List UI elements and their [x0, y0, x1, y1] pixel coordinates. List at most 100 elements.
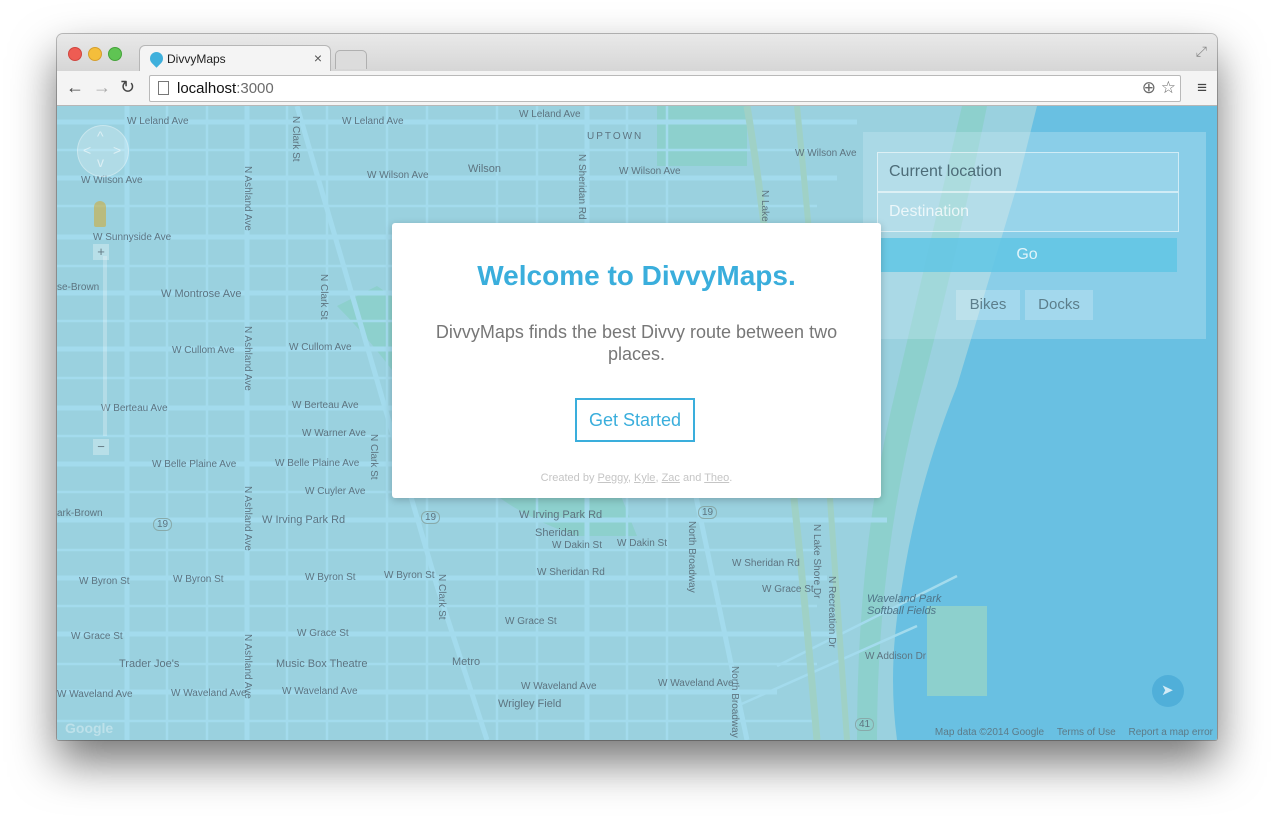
route-shield: 19: [421, 511, 441, 524]
map-street-label: W Belle Plaine Ave: [275, 458, 360, 469]
map-street-label: N Ashland Ave: [242, 166, 253, 231]
map-street-label: W Berteau Ave: [101, 403, 168, 414]
modal-title: Welcome to DivvyMaps.: [477, 260, 796, 291]
credits-line: Created by Peggy, Kyle, Zac and Theo.: [392, 472, 881, 484]
terms-of-use-link[interactable]: Terms of Use: [1057, 727, 1116, 738]
map-street-label: W Warner Ave: [302, 428, 366, 439]
destination-input[interactable]: Destination: [877, 192, 1179, 232]
fullscreen-icon[interactable]: ⤢: [1196, 43, 1207, 60]
docks-toggle[interactable]: Docks: [1025, 290, 1093, 320]
maximize-window-button[interactable]: [108, 47, 122, 61]
zoom-in-button[interactable]: +: [93, 244, 109, 260]
map-street-label: North Broadway: [729, 666, 740, 738]
url-text[interactable]: localhost:3000: [177, 80, 274, 97]
current-location-input[interactable]: Current location: [877, 152, 1179, 192]
map-street-label: W Waveland Ave: [658, 678, 734, 689]
credits-separator: ,: [627, 472, 631, 484]
author-link-kyle[interactable]: Kyle: [634, 472, 655, 484]
map-street-label: N Lake Shore Dr: [811, 524, 822, 599]
map-street-label: W Montrose Ave: [161, 288, 242, 300]
my-location-button[interactable]: ➤: [1152, 675, 1184, 707]
map-street-label: W Byron St: [384, 570, 435, 581]
route-shield: 19: [698, 506, 718, 519]
map-street-label: W Dakin St: [552, 540, 603, 551]
modal-description: DivvyMaps finds the best Divvy route bet…: [435, 322, 838, 364]
get-started-button[interactable]: Get Started: [575, 398, 695, 442]
reload-icon[interactable]: ↻: [120, 77, 135, 97]
page-viewport: W Leland Ave W Leland Ave W Leland Ave U…: [57, 106, 1217, 740]
map-street-label: W Waveland Ave: [282, 686, 358, 697]
page-icon: [158, 81, 169, 95]
map-street-label: W Berteau Ave: [292, 400, 359, 411]
map-poi-label: Music Box Theatre: [276, 658, 368, 670]
credits-and: and: [682, 472, 702, 484]
map-street-label: W Addison Dr: [865, 651, 927, 662]
current-location-placeholder: Current location: [889, 163, 1002, 180]
browser-tab[interactable]: DivvyMaps ×: [139, 45, 331, 73]
map-street-label: W Grace St: [762, 584, 814, 595]
new-tab-button[interactable]: [335, 50, 367, 69]
author-link-peggy[interactable]: Peggy: [598, 472, 628, 484]
map-poi-label: Metro: [452, 656, 481, 668]
map-street-label: N Ashland Ave: [242, 634, 253, 699]
map-street-label: W Dakin St: [617, 538, 668, 549]
credits-separator: ,: [655, 472, 659, 484]
author-link-theo[interactable]: Theo: [704, 472, 729, 484]
map-street-label: W Sheridan Rd: [732, 558, 800, 569]
map-pan-control[interactable]: ^ < > v: [77, 125, 129, 177]
google-logo: Google: [65, 720, 114, 736]
map-street-label: W Byron St: [79, 576, 130, 587]
map-street-label: W Byron St: [305, 572, 356, 583]
map-street-label: W Leland Ave: [519, 109, 581, 120]
map-street-label: W Wilson Ave: [367, 170, 429, 181]
map-station-label: se-Brown: [57, 282, 100, 293]
tab-close-icon[interactable]: ×: [314, 50, 322, 66]
map-street-label: W Belle Plaine Ave: [152, 459, 237, 470]
welcome-modal: Welcome to DivvyMaps. DivvyMaps finds th…: [392, 223, 881, 498]
zoom-slider[interactable]: [103, 256, 107, 436]
browser-toolbar: ← → ↻ localhost:3000 ⊕ ☆ ≡: [57, 71, 1217, 106]
map-poi-label: Softball Fields: [867, 605, 937, 617]
pan-down-icon[interactable]: v: [97, 154, 104, 170]
map-neighborhood-label: UPTOWN: [587, 131, 644, 142]
street-view-pegman-icon[interactable]: [94, 201, 106, 227]
map-street-label: W Irving Park Rd: [519, 509, 603, 521]
map-street-label: W Grace St: [297, 628, 349, 639]
go-button[interactable]: Go: [877, 238, 1177, 272]
browser-menu-icon[interactable]: ≡: [1197, 78, 1207, 98]
report-map-error-link[interactable]: Report a map error: [1129, 727, 1213, 738]
pan-left-icon[interactable]: <: [83, 142, 91, 158]
location-star-icons[interactable]: ⊕ ☆: [1142, 78, 1176, 98]
route-shield: 19: [153, 518, 173, 531]
zoom-out-button[interactable]: −: [93, 439, 109, 455]
map-street-label: N Recreation Dr: [826, 576, 837, 648]
map-street-label: W Cuyler Ave: [305, 486, 366, 497]
map-street-label: N Ashland Ave: [242, 326, 253, 391]
map-street-label: W Leland Ave: [127, 116, 189, 127]
map-street-label: W Sunnyside Ave: [93, 232, 172, 243]
map-street-label: N Clark St: [368, 434, 379, 480]
map-street-label: W Wilson Ave: [795, 148, 857, 159]
map-street-label: N Clark St: [290, 116, 301, 162]
pan-right-icon[interactable]: >: [113, 142, 121, 158]
pan-up-icon[interactable]: ^: [97, 128, 104, 144]
author-link-zac[interactable]: Zac: [662, 472, 680, 484]
destination-placeholder: Destination: [889, 203, 970, 220]
map-street-label: N Sheridan Rd: [576, 154, 587, 220]
close-window-button[interactable]: [68, 47, 82, 61]
back-icon[interactable]: ←: [66, 77, 84, 97]
map-street-label: W Waveland Ave: [521, 681, 597, 692]
map-street-label: N Clark St: [318, 274, 329, 320]
map-station-label: Wilson: [468, 163, 502, 175]
address-bar[interactable]: localhost:3000 ⊕ ☆: [149, 75, 1181, 102]
navigation-arrow-icon: ➤: [1161, 682, 1174, 699]
forward-icon[interactable]: →: [93, 77, 111, 97]
credits-prefix: Created by: [540, 472, 595, 484]
map-street-label: W Cullom Ave: [172, 345, 235, 356]
minimize-window-button[interactable]: [88, 47, 102, 61]
map-poi-label: Trader Joe's: [119, 658, 180, 670]
title-bar: DivvyMaps × ⤢: [57, 34, 1217, 73]
bikes-toggle[interactable]: Bikes: [956, 290, 1020, 320]
map-street-label: W Wilson Ave: [619, 166, 681, 177]
credits-period: .: [729, 472, 733, 484]
